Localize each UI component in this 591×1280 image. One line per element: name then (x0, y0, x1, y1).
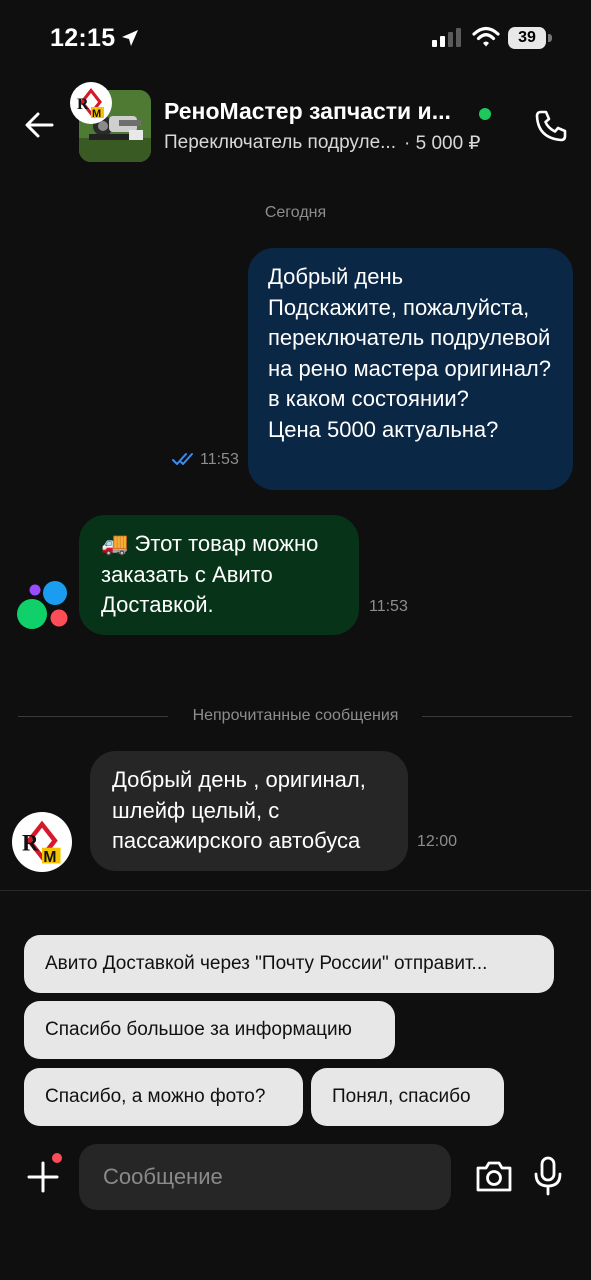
message-time: 11:53 (369, 598, 408, 615)
outgoing-message[interactable]: Добрый день Подскажите, пожалуйста, пере… (248, 248, 573, 490)
cellular-signal-icon (432, 28, 461, 47)
message-input[interactable] (79, 1144, 451, 1210)
message-text: 🚚 Этот товар можно заказать с Авито Дост… (101, 531, 319, 617)
camera-icon[interactable] (474, 1158, 514, 1194)
svg-text:M: M (92, 108, 101, 120)
composer-separator (0, 890, 591, 891)
notification-dot (52, 1153, 62, 1163)
chat-title[interactable]: РеноМастер запчасти и... (164, 98, 474, 125)
status-time: 12:15 (50, 24, 116, 52)
battery-indicator: 39 (508, 27, 552, 49)
message-text: Добрый день , оригинал, шлейф целый, с п… (112, 767, 366, 853)
svg-text:R: R (22, 831, 39, 856)
renomaster-logo-icon: R M (71, 83, 111, 123)
read-checkmarks-icon (172, 453, 193, 465)
message-text: Добрый день Подскажите, пожалуйста, пере… (268, 264, 552, 442)
seller-logo-badge: R M (70, 82, 112, 124)
avito-logo-icon (17, 581, 68, 629)
message-time: 12:00 (417, 833, 458, 850)
incoming-message[interactable]: Добрый день , оригинал, шлейф целый, с п… (90, 751, 408, 871)
delivery-info-message[interactable]: 🚚 Этот товар можно заказать с Авито Дост… (79, 515, 359, 635)
message-time: 11:53 (200, 451, 239, 468)
renomaster-logo-icon: R M (13, 813, 71, 871)
seller-avatar[interactable]: R M (12, 812, 72, 872)
add-attachment-icon[interactable] (26, 1160, 60, 1194)
svg-text:R: R (77, 96, 89, 113)
unread-divider-right (422, 716, 572, 717)
day-label: Сегодня (264, 204, 327, 221)
microphone-icon[interactable] (532, 1156, 564, 1196)
quick-reply-chip[interactable]: Авито Доставкой через "Почту России" отп… (24, 935, 554, 993)
back-arrow-icon[interactable] (22, 108, 56, 142)
quick-reply-chip[interactable]: Спасибо большое за информацию (24, 1001, 395, 1059)
battery-level: 39 (508, 27, 546, 49)
product-name: Переключатель подруле... (164, 132, 396, 153)
status-bar: 12:15 39 (0, 0, 591, 70)
wifi-icon (472, 26, 500, 47)
quick-reply-chip[interactable]: Понял, спасибо (311, 1068, 504, 1126)
phone-call-icon[interactable] (533, 108, 569, 144)
product-price: · 5 000 ₽ (404, 133, 481, 154)
quick-reply-chip[interactable]: Спасибо, а можно фото? (24, 1068, 303, 1126)
svg-text:M: M (43, 849, 56, 866)
chat-subtitle[interactable]: Переключатель подруле... · 5 000 ₽ (164, 132, 481, 155)
location-arrow-icon (122, 30, 138, 46)
online-status-indicator (479, 108, 491, 120)
